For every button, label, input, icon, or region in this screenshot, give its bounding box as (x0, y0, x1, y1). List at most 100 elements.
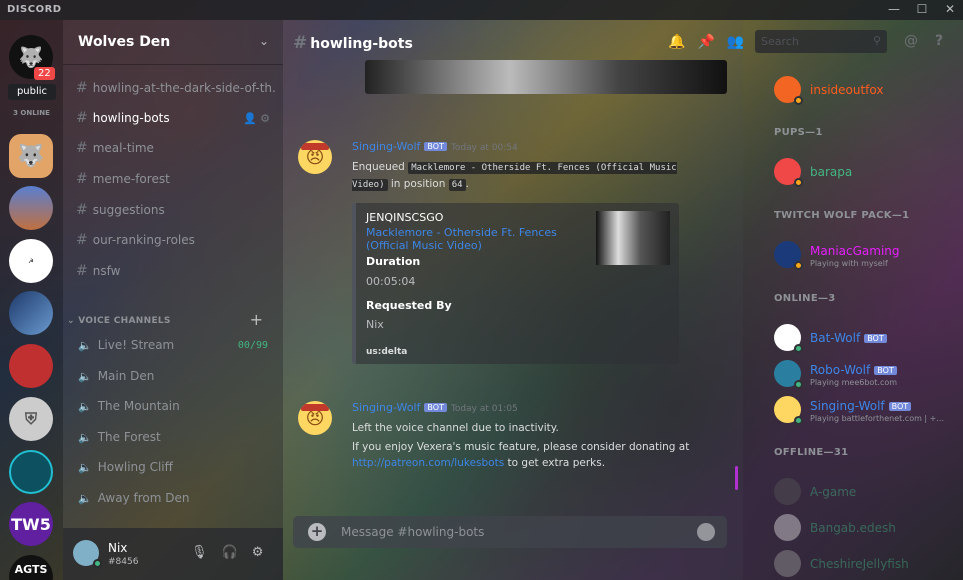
guild-tw5[interactable]: TW5 (9, 502, 53, 546)
channel-howling-dark[interactable]: # howling-at-the-dark-side-of-th... (76, 76, 276, 100)
chevron-down-icon: ⌄ (258, 34, 269, 48)
user-limit: 00/99 (237, 339, 268, 351)
online-status-icon (794, 416, 803, 425)
maximize-button[interactable]: ☐ (915, 2, 929, 16)
requested-by-label: Requested By (366, 299, 452, 312)
online-status-icon (794, 344, 803, 353)
close-button[interactable]: ✕ (943, 2, 957, 16)
voice-channel-label: The Mountain (97, 399, 180, 413)
chat-area: # howling-bots 🔔 📌 👥 😠 Singing-Wolf BOT Tod… (283, 20, 744, 580)
minimize-button[interactable]: — (887, 2, 901, 16)
guild-red[interactable] (9, 344, 53, 388)
timestamp: Today at 00:54 (450, 143, 518, 153)
member-item[interactable]: Singing-Wolf BOT Playing battleforthenet.… (774, 396, 963, 426)
window-controls: — ☐ ✕ (887, 2, 957, 16)
emoji-icon[interactable] (697, 523, 715, 541)
voice-channel-main-den[interactable]: 🔈 Main Den (78, 365, 268, 387)
duration-value: 00:05:04 (366, 275, 416, 288)
channel-nsfw[interactable]: # nsfw (76, 259, 276, 283)
voice-channel-label: Live! Stream (97, 338, 175, 352)
bell-icon[interactable]: 🔔 (668, 34, 685, 50)
voice-channel-away[interactable]: 🔈 Away from Den (78, 487, 268, 509)
patreon-link[interactable]: http://patreon.com/lukesbots (352, 457, 504, 469)
channel-meme-forest[interactable]: # meme-forest (76, 167, 276, 191)
guild-wolves-den[interactable]: 🐺 (9, 134, 53, 178)
member-item[interactable]: barapa (774, 158, 963, 188)
idle-status-icon (794, 261, 803, 270)
members-icon[interactable]: 👥 (727, 34, 744, 50)
video-thumbnail[interactable] (596, 211, 670, 265)
member-group-header: ONLINE—3 (774, 293, 836, 304)
embed-link[interactable]: Macklemore - Otherside Ft. Fences (Offic… (366, 226, 566, 252)
voice-channels-header[interactable]: ⌄ VOICE CHANNELS (67, 316, 171, 326)
channel-header: # howling-bots 🔔 📌 👥 (283, 20, 744, 65)
pin-icon[interactable]: 📌 (697, 34, 714, 50)
member-group-header: OFFLINE—31 (774, 447, 849, 458)
channel-label: nsfw (92, 264, 121, 278)
message-author: Singing-Wolf BOT Today at 00:54 (352, 140, 518, 153)
channel-howling-bots[interactable]: # howling-bots 👤 ⚙ (76, 106, 276, 130)
channel-label: meme-forest (92, 172, 170, 186)
agts-label: AGTS (14, 563, 48, 576)
user-panel: Nix #8456 🎙 🎧 ⚙ (63, 528, 283, 580)
upload-plus-icon[interactable]: + (308, 523, 326, 541)
member-item[interactable]: Bat-Wolf BOT (774, 324, 963, 354)
channel-label: suggestions (92, 203, 165, 217)
avatar[interactable]: 😠 (298, 140, 332, 174)
guild-wolf-art[interactable] (9, 291, 53, 335)
avatar (774, 514, 801, 541)
avatar[interactable]: 😠 (298, 401, 332, 435)
voice-channel-label: Main Den (97, 369, 155, 383)
member-item[interactable]: insideoutfox (774, 76, 963, 106)
message-content: Left the voice channel due to inactivity… (352, 422, 690, 469)
online-count: 3 ONLINE (13, 109, 50, 117)
communism-logo-icon: ☭ (28, 257, 34, 265)
guild-circle[interactable] (9, 450, 53, 494)
user-tag: #8456 (108, 557, 139, 567)
member-item[interactable]: CheshireJellyfish (774, 550, 963, 580)
voice-channel-live-stream[interactable]: 🔈 Live! Stream 00/99 (78, 334, 268, 356)
avatar (774, 550, 801, 577)
guild-agts[interactable]: AGTS (9, 555, 53, 580)
member-item[interactable]: Robo-Wolf BOT Playing mee6bot.com (774, 360, 963, 390)
channel-our-ranking-roles[interactable]: # our-ranking-roles (76, 228, 276, 252)
channel-label: meal-time (92, 141, 154, 155)
gear-icon[interactable]: ⚙ (252, 545, 264, 560)
scroll-marker (735, 466, 738, 490)
tw5-label: TW5 (11, 514, 51, 534)
voice-channel-howling-cliff[interactable]: 🔈 Howling Cliff (78, 456, 268, 478)
channel-title: # howling-bots (293, 33, 413, 53)
timestamp: Today at 01:05 (450, 404, 518, 414)
speaker-icon: 🔈 (78, 399, 92, 413)
channel-suggestions[interactable]: # suggestions (76, 198, 276, 222)
channel-meal-time[interactable]: # meal-time (76, 136, 276, 160)
message-content: Enqueued Macklemore - Otherside Ft. Fenc… (352, 161, 677, 191)
hash-icon: # (76, 140, 88, 156)
voice-channel-label: The Forest (97, 430, 161, 444)
message-composer: + (293, 516, 727, 548)
headphones-icon[interactable]: 🎧 (222, 545, 238, 560)
guild-knight[interactable]: ⛨ (9, 397, 53, 441)
helmet-icon: ⛨ (24, 409, 37, 428)
add-voice-channel-button[interactable]: + (250, 310, 263, 329)
channel-label: our-ranking-roles (92, 233, 195, 247)
hash-icon: # (293, 33, 308, 53)
mention-badge: 22 (34, 67, 55, 80)
channel-settings-icon[interactable]: 👤 ⚙ (243, 112, 270, 125)
duration-label: Duration (366, 255, 421, 268)
voice-channel-mountain[interactable]: 🔈 The Mountain (78, 395, 268, 417)
member-item[interactable]: ManiacGaming Playing with myself (774, 241, 963, 271)
voice-channel-forest[interactable]: 🔈 The Forest (78, 426, 268, 448)
member-item[interactable]: A-game (774, 478, 963, 508)
online-status-icon (794, 380, 803, 389)
previous-embed-image[interactable] (365, 60, 727, 94)
member-item[interactable]: Bangab.edesh (774, 514, 963, 544)
server-header[interactable]: Wolves Den ⌄ (63, 20, 283, 65)
user-controls: 🎙 🎧 ⚙ (191, 545, 263, 560)
microphone-icon[interactable]: 🎙 (191, 545, 208, 560)
guild-city[interactable] (9, 186, 53, 230)
channel-label: howling-bots (92, 111, 170, 125)
message-input[interactable] (341, 516, 681, 548)
online-status-icon (93, 559, 102, 568)
guild-communism[interactable]: ☭ (9, 239, 53, 283)
